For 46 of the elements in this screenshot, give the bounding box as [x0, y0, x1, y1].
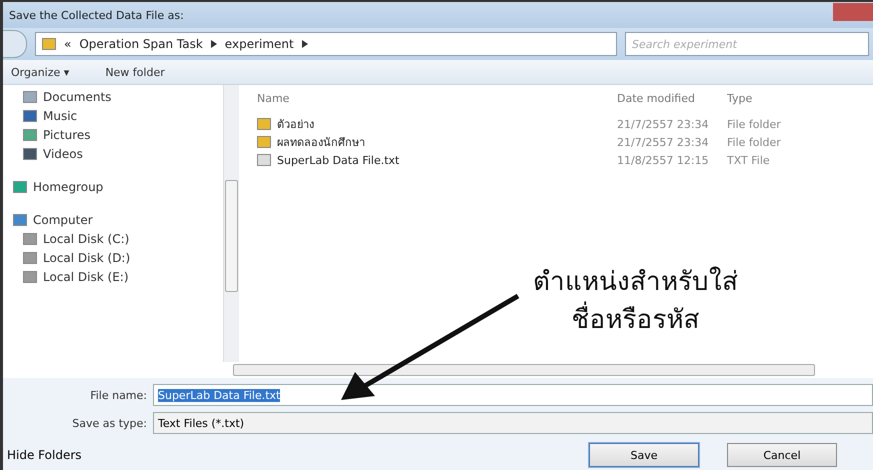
breadcrumb-segment[interactable]: experiment	[224, 37, 294, 51]
scrollbar[interactable]	[223, 85, 239, 362]
nav-item[interactable]: Documents	[23, 87, 223, 106]
nav-item[interactable]: Local Disk (C:)	[13, 229, 223, 248]
annotation-text: ตำแหน่งสำหรับใส่	[533, 266, 738, 299]
folder-icon	[257, 118, 271, 130]
folder-icon	[257, 136, 271, 148]
column-header[interactable]: Name	[257, 92, 617, 104]
date-cell-text: 11/8/2557 12:15	[617, 154, 710, 166]
date-cell-text: 21/7/2557 23:34	[617, 118, 710, 130]
chevron-icon	[210, 40, 217, 48]
nav-item[interactable]: Music	[23, 106, 223, 125]
save-type-dropdown[interactable]: Text Files (*.txt)	[153, 412, 873, 434]
save-button[interactable]: Save	[589, 443, 699, 467]
nav-item[interactable]: Local Disk (D:)	[13, 248, 223, 267]
address-bar[interactable]: « Operation Span Task experiment	[35, 32, 617, 56]
window-title: Save the Collected Data File as:	[9, 8, 184, 22]
cancel-button[interactable]: Cancel	[727, 443, 837, 467]
save-type-label: Save as type:	[71, 416, 148, 430]
organize-menu[interactable]: Organize ▾	[11, 66, 70, 78]
nav-item[interactable]: Computer	[13, 210, 223, 229]
breadcrumb-segment[interactable]: Operation Span Task	[79, 37, 203, 51]
annotation-text: ชื่อหรือรหัส	[572, 302, 700, 340]
new-folder-button[interactable]: New folder	[105, 66, 165, 78]
type-cell-text: File folder	[727, 118, 782, 130]
file-name-field[interactable]: SuperLab Data File.txt	[153, 384, 873, 406]
nav-item[interactable]: Local Disk (E:)	[13, 267, 223, 286]
search-field[interactable]: Search experiment	[625, 32, 869, 56]
hide-folders-toggle[interactable]: Hide Folders	[7, 448, 82, 462]
column-header[interactable]: Type	[727, 92, 873, 104]
document-icon	[257, 154, 271, 166]
file-name[interactable]: ผลทดลองนักศึกษา	[257, 133, 617, 151]
nav-item[interactable]: Homegroup	[13, 177, 223, 196]
type-cell-text: File folder	[727, 136, 782, 148]
nav-item[interactable]: Pictures	[23, 125, 223, 144]
type-cell-text: TXT File	[727, 154, 771, 166]
file-name-label: File name:	[89, 388, 148, 402]
chevron-icon	[302, 40, 308, 48]
file-name[interactable]: ตัวอย่าง	[257, 115, 617, 133]
horizontal-scrollbar[interactable]	[233, 364, 815, 376]
column-header[interactable]: Date modified	[617, 92, 727, 104]
date-cell-text: 21/7/2557 23:34	[617, 136, 710, 148]
folder-icon	[42, 38, 56, 50]
file-name[interactable]: SuperLab Data File.txt	[257, 154, 617, 166]
nav-item[interactable]: Videos	[23, 144, 223, 163]
breadcrumb-overflow[interactable]: «	[64, 37, 72, 51]
